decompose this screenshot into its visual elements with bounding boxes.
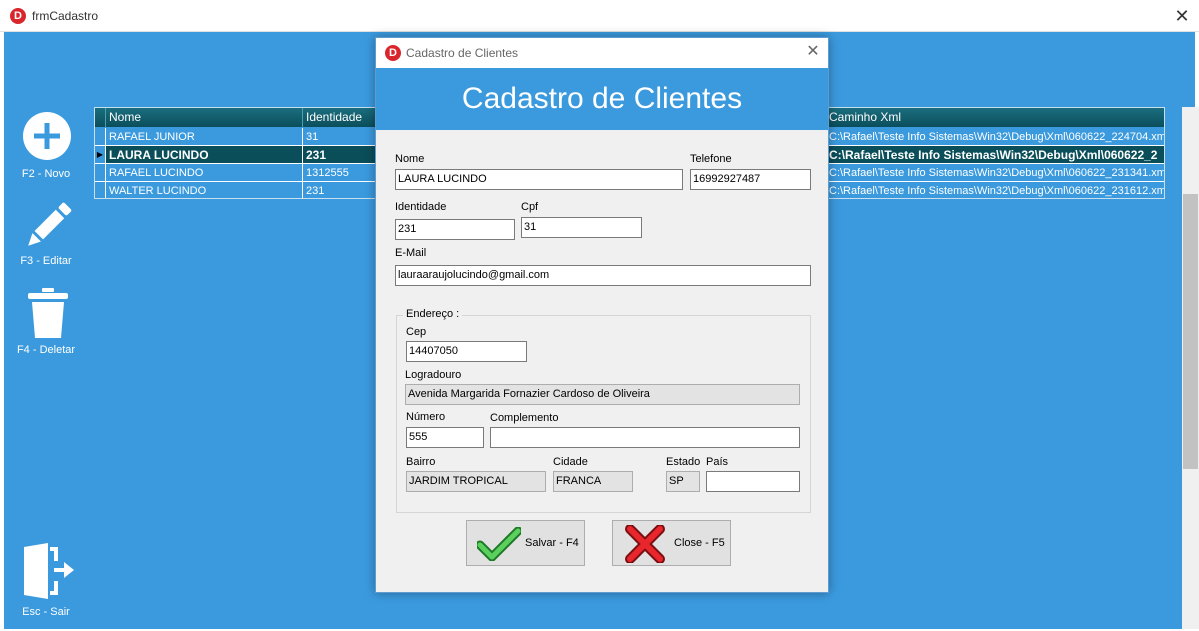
cell-nome[interactable]: WALTER LUCINDO (106, 182, 303, 198)
numero-label: Número (406, 411, 446, 423)
cell-caminho[interactable]: C:\Rafael\Teste Info Sistemas\Win32\Debu… (826, 182, 1164, 198)
main-window: D frmCadastro ✕ F2 - Novo F3 - Editar F4… (0, 0, 1199, 631)
estado-label: Estado (666, 456, 701, 468)
cidade-field[interactable]: FRANCA (553, 471, 633, 492)
dialog-title: Cadastro de Clientes (406, 46, 519, 60)
trash-icon (28, 288, 68, 338)
main-close-button[interactable]: ✕ (1172, 6, 1192, 26)
cpf-label: Cpf (521, 201, 539, 213)
numero-field[interactable]: 555 (406, 427, 484, 448)
new-button-label: F2 - Novo (21, 168, 71, 180)
cell-caminho[interactable]: C:\Rafael\Teste Info Sistemas\Win32\Debu… (826, 146, 1164, 164)
edit-button-label: F3 - Editar (20, 255, 72, 267)
checkmark-icon (477, 527, 521, 561)
row-indicator (95, 164, 106, 182)
new-button[interactable]: F2 - Novo (0, 112, 92, 184)
red-x-icon (625, 525, 665, 563)
logradouro-label: Logradouro (405, 369, 462, 381)
cell-nome[interactable]: RAFAEL JUNIOR (106, 128, 303, 146)
exit-door-icon (24, 543, 74, 599)
nome-field[interactable]: LAURA LUCINDO (395, 169, 683, 190)
exit-button-label: Esc - Sair (22, 606, 70, 618)
telefone-field[interactable]: 16992927487 (690, 169, 811, 190)
estado-field[interactable]: SP (666, 471, 700, 492)
row-indicator (95, 128, 106, 146)
pais-label: País (706, 456, 729, 468)
save-button[interactable]: Salvar - F4 (466, 520, 585, 566)
edit-button[interactable]: F3 - Editar (0, 200, 92, 272)
close-button[interactable]: Close - F5 (612, 520, 731, 566)
plus-circle-icon (23, 112, 71, 160)
cadastro-dialog: D Cadastro de Clientes ✕ Cadastro de Cli… (375, 37, 829, 593)
bairro-field[interactable]: JARDIM TROPICAL (406, 471, 546, 492)
email-field[interactable]: lauraaraujolucindo@gmail.com (395, 265, 811, 286)
cell-nome[interactable]: LAURA LUCINDO (106, 146, 303, 164)
delete-button[interactable]: F4 - Deletar (0, 288, 92, 360)
close-button-label: Close - F5 (674, 537, 725, 549)
complemento-field[interactable] (490, 427, 800, 448)
telefone-label: Telefone (690, 153, 732, 165)
pais-field[interactable] (706, 471, 800, 492)
row-indicator (95, 182, 106, 198)
bairro-label: Bairro (406, 456, 436, 468)
grid-header-caminho[interactable]: Caminho Xml (826, 108, 1164, 127)
cell-caminho[interactable]: C:\Rafael\Teste Info Sistemas\Win32\Debu… (826, 164, 1164, 182)
main-titlebar: D frmCadastro ✕ (0, 0, 1199, 32)
dialog-header-banner: Cadastro de Clientes (376, 68, 828, 130)
row-indicator-arrow-icon: ▶ (95, 146, 106, 164)
complemento-label: Complemento (490, 412, 559, 424)
grid-header-nome[interactable]: Nome (106, 108, 303, 127)
dialog-close-button[interactable]: ✕ (804, 42, 822, 62)
cell-nome[interactable]: RAFAEL LUCINDO (106, 164, 303, 182)
delete-button-label: F4 - Deletar (16, 344, 76, 356)
main-window-title: frmCadastro (32, 9, 99, 23)
exit-button[interactable]: Esc - Sair (0, 543, 92, 623)
cidade-label: Cidade (553, 456, 588, 468)
vertical-scrollbar[interactable] (1182, 107, 1199, 629)
nome-label: Nome (395, 153, 425, 165)
email-label: E-Mail (395, 247, 427, 259)
cpf-field[interactable]: 31 (521, 217, 642, 238)
cep-field[interactable]: 14407050 (406, 341, 527, 362)
endereco-group: Endereço : Cep 14407050 Logradouro Aveni… (396, 308, 811, 513)
grid-header-indicator (95, 108, 106, 127)
save-button-label: Salvar - F4 (525, 537, 579, 549)
endereco-legend: Endereço : (403, 308, 463, 320)
logradouro-field[interactable]: Avenida Margarida Fornazier Cardoso de O… (405, 384, 800, 405)
app-logo-icon: D (10, 8, 26, 24)
dialog-titlebar: D Cadastro de Clientes ✕ (376, 38, 828, 68)
pencil-icon (28, 202, 72, 246)
dialog-logo-icon: D (385, 45, 401, 61)
cep-label: Cep (406, 326, 427, 338)
identidade-label: Identidade (395, 201, 447, 213)
scrollbar-thumb[interactable] (1183, 194, 1198, 469)
identidade-field[interactable]: 231 (395, 219, 515, 240)
cell-caminho[interactable]: C:\Rafael\Teste Info Sistemas\Win32\Debu… (826, 128, 1164, 146)
